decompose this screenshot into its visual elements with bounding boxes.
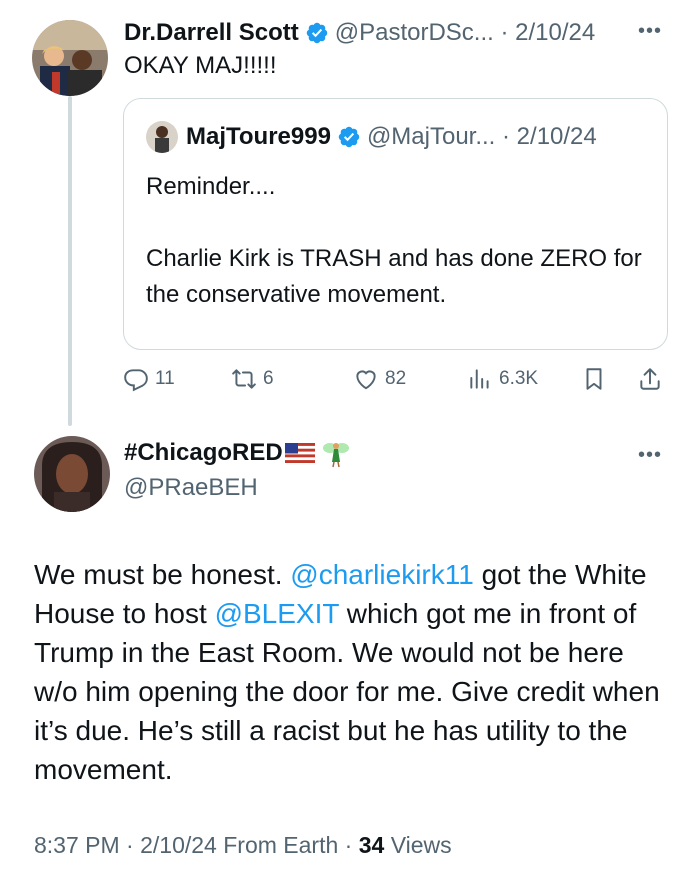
tweet-source: From Earth — [223, 832, 339, 858]
tweet-text: We must be honest. @charliekirk11 got th… — [34, 555, 674, 789]
reply-icon — [124, 369, 148, 392]
quote-header: MajToure999 @MajTour... · 2/10/24 — [146, 121, 597, 153]
tweet-date[interactable]: 2/10/24 — [515, 19, 595, 47]
retweet-count: 6 — [263, 368, 274, 389]
author-handle[interactable]: @PRaeBEH — [124, 474, 258, 502]
views-button[interactable]: 6.3K — [467, 362, 538, 396]
author-handle[interactable]: @PastorDSc... — [335, 19, 494, 47]
author-name[interactable]: Dr.Darrell Scott — [124, 19, 299, 47]
author-name[interactable]: #ChicagoRED — [124, 439, 283, 467]
verified-badge-icon — [338, 126, 360, 148]
views-count: 34 — [358, 832, 385, 858]
views-chart-icon — [470, 369, 489, 389]
quote-paragraph: Reminder.... — [146, 173, 276, 200]
tweet-text-segment: We must be honest. — [34, 559, 291, 590]
retweet-icon — [232, 369, 256, 389]
quote-date: 2/10/24 — [516, 123, 597, 150]
avatar-photo-icon — [32, 20, 108, 96]
separator-dot: · — [338, 832, 359, 858]
reply-count: 11 — [155, 368, 175, 389]
tweet-date[interactable]: 2/10/24 — [140, 832, 217, 858]
avatar[interactable] — [34, 436, 110, 512]
reply-button[interactable]: 11 — [123, 362, 175, 396]
verified-badge-icon — [306, 22, 327, 44]
quote-author-name: MajToure999 — [186, 123, 331, 150]
heart-icon — [356, 370, 376, 390]
quote-text: Reminder.... Charlie Kirk is TRASH and h… — [146, 169, 646, 313]
more-dots-icon[interactable]: ••• — [638, 20, 662, 43]
tweet-actions: 11 6 82 6.3K — [123, 362, 668, 396]
quote-paragraph: Charlie Kirk is TRASH and has done ZERO … — [146, 245, 642, 308]
mention-link[interactable]: @BLEXIT — [215, 598, 339, 629]
like-count: 82 — [385, 368, 407, 389]
avatar-photo-icon — [34, 436, 110, 512]
tweet1-header: Dr.Darrell Scott @PastorDSc... · 2/10/24 — [124, 18, 686, 48]
separator-dot: · — [495, 123, 517, 150]
us-flag-icon — [284, 443, 315, 463]
separator-dot: · — [493, 19, 516, 46]
like-button[interactable]: 82 — [353, 362, 406, 396]
tweet-time[interactable]: 8:37 PM — [34, 832, 120, 858]
retweet-button[interactable]: 6 — [231, 362, 274, 396]
tweet-metadata: 8:37 PM · 2/10/24 From Earth · 34 Views — [34, 832, 452, 859]
quote-avatar — [146, 121, 178, 153]
views-count: 6.3K — [499, 368, 539, 389]
thread-line — [68, 96, 72, 426]
avatar-photo-icon — [146, 121, 178, 153]
quoted-tweet[interactable]: MajToure999 @MajTour... · 2/10/24 Remind… — [123, 98, 668, 350]
avatar[interactable] — [32, 20, 108, 96]
tweet2-header: #ChicagoRED — [124, 438, 351, 468]
fairy-icon — [322, 443, 349, 468]
bookmark-icon — [586, 368, 602, 390]
views-label: Views — [390, 832, 452, 858]
separator-dot: · — [119, 832, 141, 858]
mention-link[interactable]: @charliekirk11 — [290, 559, 474, 590]
share-button[interactable] — [637, 362, 663, 396]
more-dots-icon[interactable]: ••• — [638, 444, 662, 467]
tweet-text: OKAY MAJ!!!!! — [124, 52, 277, 79]
bookmark-button[interactable] — [581, 362, 607, 396]
quote-author-handle: @MajTour... — [366, 123, 496, 150]
share-icon — [640, 368, 660, 390]
